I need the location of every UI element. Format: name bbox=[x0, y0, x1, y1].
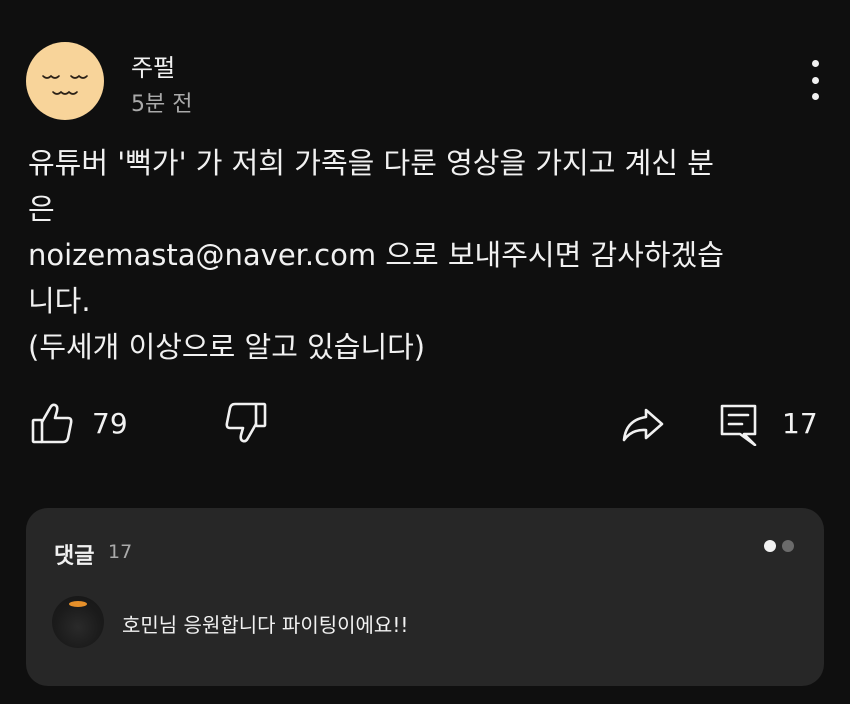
dislike-button[interactable] bbox=[222, 400, 268, 446]
share-button[interactable] bbox=[620, 400, 666, 446]
post-body-line: noizemasta@naver.com 으로 보내주시면 감사하겠습 bbox=[28, 238, 724, 272]
like-button[interactable]: 79 bbox=[30, 400, 128, 446]
post-body: 유튜버 '뻑가' 가 저희 가족을 다룬 영상을 가지고 계신 분 은 noiz… bbox=[28, 140, 818, 370]
pager-dot-inactive bbox=[782, 540, 794, 552]
comment-pager bbox=[764, 540, 794, 552]
post-body-line: 니다. bbox=[28, 284, 91, 318]
comment-text: 호민님 응원합니다 파이팅이에요!! bbox=[122, 613, 409, 637]
post-body-line: 은 bbox=[28, 192, 55, 226]
comment-count: 17 bbox=[782, 406, 818, 440]
comments-button[interactable]: 17 bbox=[718, 400, 818, 446]
comments-panel[interactable]: 댓글 17 호민님 응원합니다 파이팅이에요!! bbox=[26, 508, 824, 686]
like-count: 79 bbox=[92, 406, 128, 440]
thumbs-down-icon bbox=[225, 402, 267, 443]
author-name[interactable]: 주펄 bbox=[131, 48, 175, 83]
post-body-line: (두세개 이상으로 알고 있습니다) bbox=[28, 330, 426, 364]
comments-count: 17 bbox=[108, 541, 133, 563]
community-post: 주펄 5분 전 유튜버 '뻑가' 가 저희 가족을 다룬 영상을 가지고 계신 … bbox=[0, 0, 850, 704]
comments-title: 댓글 bbox=[54, 544, 95, 569]
post-action-bar: 79 17 bbox=[0, 400, 850, 460]
kebab-dot-icon bbox=[811, 76, 819, 84]
kebab-dot-icon bbox=[811, 60, 819, 67]
share-icon bbox=[622, 408, 664, 442]
author-avatar[interactable] bbox=[26, 42, 104, 120]
more-options-button[interactable] bbox=[803, 60, 827, 100]
post-timestamp: 5분 전 bbox=[131, 92, 193, 117]
pager-dot-active bbox=[764, 540, 776, 552]
post-body-line: 유튜버 '뻑가' 가 저희 가족을 다룬 영상을 가지고 계신 분 bbox=[28, 146, 714, 180]
comment-icon bbox=[720, 404, 757, 446]
kebab-dot-icon bbox=[811, 93, 819, 100]
sleepy-face-icon bbox=[42, 74, 88, 95]
thumbs-up-icon bbox=[31, 403, 73, 444]
commenter-avatar[interactable] bbox=[52, 596, 104, 648]
